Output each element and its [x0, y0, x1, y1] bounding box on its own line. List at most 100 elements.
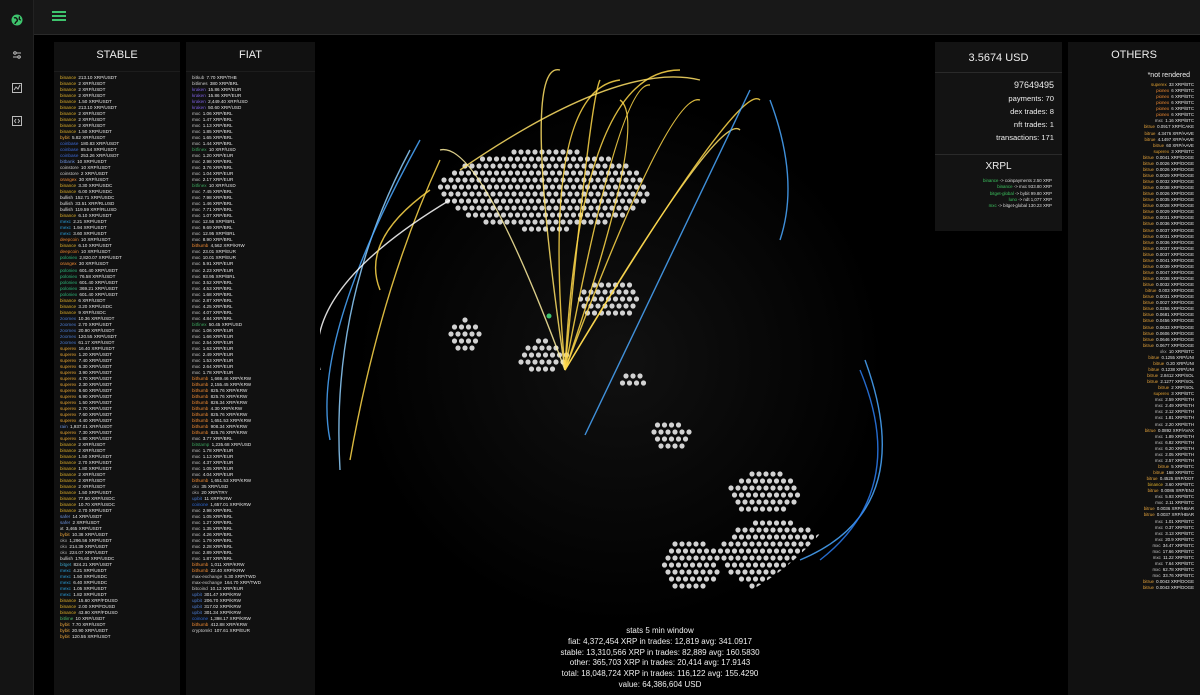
- exchange-name: binance: [60, 303, 77, 309]
- exchange-name: mxc: [192, 538, 201, 544]
- trade-text: 6 XRP/BTC: [1170, 88, 1194, 94]
- exchange-name: safer: [60, 520, 71, 526]
- exchange-name: mxc: [1154, 415, 1163, 421]
- trade-text: 1.82 XRP/USDT: [71, 592, 107, 598]
- xrp-price: 3.5674 USD: [935, 42, 1062, 73]
- exchange-name: superex: [60, 363, 77, 369]
- trade-text: 7.60 XRP/USDT: [77, 411, 113, 417]
- exchange-name: bitrue: [1142, 221, 1154, 227]
- trade-text: 2.64 XRP/EUR: [201, 363, 234, 369]
- exchange-name: kraken: [192, 93, 206, 99]
- exchange-name: bitrue: [1142, 342, 1154, 348]
- exchange-name: zoomex: [60, 315, 77, 321]
- trade-text: 9.69 XRP/BRL: [201, 225, 233, 231]
- window-stats: stats 5 min window fiat: 4,372,454 XRP i…: [520, 626, 800, 691]
- xrpl-list: binance -> coinpayments 2.50 XRP binance …: [935, 178, 1062, 209]
- trade-text: 1.05 XRP/BRL: [201, 514, 233, 520]
- exchange-name: binance: [60, 460, 77, 465]
- exchange-name: zoomex: [60, 333, 77, 339]
- exchange-name: bithumb: [192, 423, 209, 429]
- top-bar: [34, 0, 1200, 35]
- globe-visualization[interactable]: [316, 40, 920, 630]
- exchange-name: bitrue: [1142, 306, 1154, 312]
- trade-text: 10.36 XRP/USDT: [77, 315, 115, 321]
- trade-text: 0.0041 XRP/DOGE: [1154, 154, 1194, 160]
- trade-text: 33.51 XRP/RLUSD: [74, 201, 115, 207]
- exchange-name: mxc: [192, 189, 201, 195]
- trade-text: 1,235.68 XRP/USD: [210, 441, 252, 447]
- trade-text: 2.70 XRP/USDT: [77, 460, 112, 465]
- trade-text: 3.76 XRP/BRL: [201, 165, 233, 171]
- exchange-name: mxc: [192, 117, 201, 123]
- exchange-name: binance: [60, 183, 77, 189]
- exchange-name: mxc: [192, 165, 201, 171]
- exchange-name: bitstamp: [192, 441, 210, 447]
- code-icon[interactable]: [6, 110, 28, 132]
- trade-text: 1.13 XRP/EUR: [201, 453, 234, 459]
- trade-text: 1.94 XRP/USDT: [71, 225, 107, 231]
- exchange-name: binance: [60, 87, 77, 93]
- trade-text: 0.0026 XRP/DOGE: [1154, 191, 1194, 197]
- exchange-name: bullish: [60, 201, 74, 207]
- trade-text: 6.40 XRP/USDC: [71, 580, 108, 586]
- exchange-name: mxc: [192, 508, 201, 514]
- trade-text: 5.30 XRP/TWD: [223, 574, 256, 580]
- exchange-name: upbit: [192, 610, 202, 616]
- trade-text: 2.12 XRP/ETH: [1163, 409, 1194, 415]
- trade-text: 4.30 XRP/KRW: [209, 405, 243, 411]
- others-title: OTHERS: [1111, 49, 1157, 61]
- exchange-name: mxc: [1152, 554, 1161, 560]
- trade-text: 3.60 XRP/USDT: [71, 231, 107, 237]
- others-panel: OTHERS *not rendered superex 33 XRP/BTC p…: [1068, 42, 1200, 695]
- trade-text: 3.77 XRP/BRL: [201, 435, 233, 441]
- exchange-name: binance: [60, 99, 77, 105]
- trade-text: 824.21 XRP/USDT: [72, 562, 113, 568]
- trade-text: 2.89 XRP/BRL: [201, 550, 233, 556]
- trade-text: 6.90 XRP/USDT: [77, 393, 113, 399]
- exchange-name: bitfinex: [192, 147, 207, 153]
- trade-text: 0.0086 XRP/ENJ: [1159, 488, 1194, 494]
- exchange-name: okx: [60, 550, 68, 556]
- trade-text: 1.63 XRP/EUR: [201, 345, 234, 351]
- exchange-name: mxc: [192, 466, 201, 472]
- trade-text: 5.93 XRP/BTC: [1163, 494, 1194, 500]
- trade-text: 50.60 XRP/USD: [206, 105, 242, 111]
- exchange-name: binance: [60, 478, 77, 484]
- chart-icon[interactable]: [6, 77, 28, 99]
- exchange-name: mxc: [1154, 433, 1163, 439]
- exchange-name: deepcoin: [60, 237, 79, 243]
- exchange-name: bithumb: [192, 622, 209, 628]
- trade-text: 4.84 XRP/BRL: [201, 315, 233, 321]
- exchange-name: superex: [60, 417, 77, 423]
- trade-text: 1.06 XRP/EUR: [201, 327, 234, 333]
- trade-text: 0.0029 XRP/DOGE: [1154, 172, 1194, 178]
- trade-text: 2 XRP/USDT: [77, 111, 106, 117]
- stats-panel: 3.5674 USD 97649495 payments: 70 dex tra…: [935, 42, 1062, 231]
- exchange-name: bitrue: [1158, 385, 1170, 391]
- trade-text: 1.66 XRP/EUR: [201, 333, 234, 339]
- trade-text: 1.13 XRP/BRL: [201, 123, 233, 129]
- trade-text: 0.0032 XRP/DOGE: [1154, 179, 1194, 184]
- trade-text: 301.34 XRP/KRW: [202, 610, 241, 616]
- exchange-name: mxc: [192, 532, 201, 538]
- trade-text: 0.0036 XRP/HBAR: [1155, 506, 1194, 512]
- trade-text: 1,651.53 XRP/KRW: [209, 417, 252, 423]
- trade-text: 30 XRP/USDT: [77, 177, 109, 183]
- trade-text: 1,011 XRP/KRW: [209, 562, 245, 568]
- menu-icon[interactable]: [52, 9, 66, 23]
- exchange-name: binance: [60, 441, 77, 447]
- exchange-name: bullish: [60, 556, 74, 562]
- exchange-name: binance: [60, 75, 77, 80]
- trade-text: 5.82 XRP/USDT: [70, 135, 106, 141]
- trade-text: 0.0917 XRP/CAKE: [1155, 124, 1194, 130]
- trade-text: 1.50 XRP/USDT: [77, 399, 113, 405]
- window-stat-total: total: 18,048,724 XRP in trades: 116,122…: [561, 669, 759, 679]
- fiat-title: FIAT: [186, 42, 315, 72]
- filter-icon[interactable]: [6, 44, 28, 66]
- xrpl-destination: -> coinpayments 2.50 XRP: [998, 178, 1052, 183]
- globe-icon[interactable]: [6, 9, 28, 31]
- exchange-name: binance: [60, 484, 77, 490]
- trade-text: 1,937.01 XRP/USDT: [68, 423, 113, 429]
- exchange-name: pionex: [1156, 112, 1170, 118]
- exchange-name: bithumb: [192, 429, 209, 435]
